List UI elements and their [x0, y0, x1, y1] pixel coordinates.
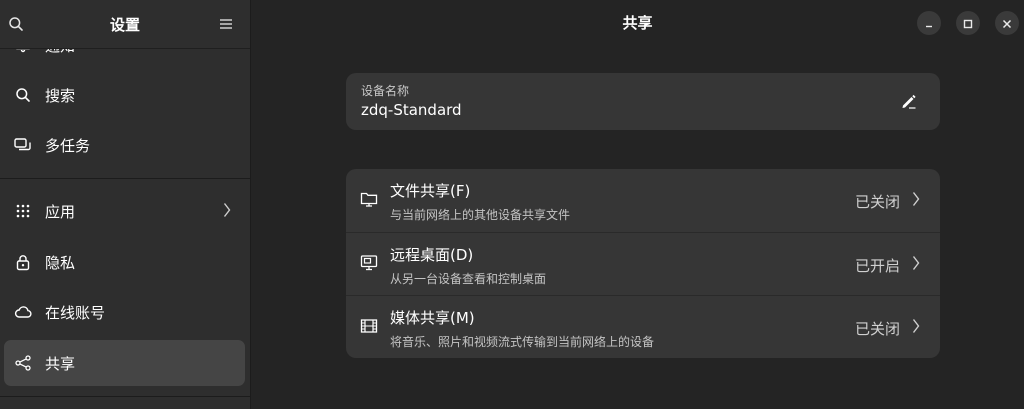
lock-icon — [13, 252, 33, 272]
maximize-button[interactable] — [956, 11, 980, 35]
file-sharing-subtitle: 与当前网络上的其他设备共享文件 — [390, 208, 571, 222]
sidebar-item-label: 多任务 — [45, 136, 91, 155]
sidebar-title: 设置 — [109, 15, 140, 34]
sidebar-item-privacy[interactable]: 隐私 — [4, 239, 245, 285]
sidebar-item-label: 应用 — [45, 202, 76, 221]
remote-desktop-status: 已开启 — [854, 257, 900, 275]
remote-desktop-icon — [360, 254, 380, 274]
apps-grid-icon — [13, 201, 33, 221]
sidebar-header: 设置 — [0, 0, 250, 49]
settings-window: 通知 搜索 多任务 — [0, 0, 1024, 409]
sidebar-item-label: 共享 — [45, 354, 76, 373]
chevron-right-icon — [912, 255, 922, 271]
page-title: 共享 — [622, 14, 653, 32]
close-button[interactable] — [995, 11, 1019, 35]
file-sharing-row[interactable]: 文件共享(F) 与当前网络上的其他设备共享文件 已关闭 — [346, 169, 940, 232]
sidebar-item-apps[interactable]: 应用 — [4, 188, 245, 234]
film-icon — [360, 317, 380, 337]
chevron-right-icon — [912, 191, 922, 207]
sidebar-item-label: 搜索 — [45, 86, 76, 105]
sidebar-separator — [0, 396, 250, 397]
device-name-value[interactable]: zdq-Standard — [361, 101, 462, 119]
multitasking-icon — [13, 135, 33, 155]
sidebar-item-label: 在线账号 — [45, 303, 106, 322]
file-sharing-title: 文件共享(F) — [390, 182, 471, 200]
sidebar-item-search[interactable]: 搜索 — [4, 72, 245, 118]
search-icon[interactable] — [2, 10, 30, 38]
share-icon — [13, 353, 33, 373]
sidebar: 通知 搜索 多任务 — [0, 0, 251, 409]
sidebar-separator — [0, 178, 250, 179]
remote-desktop-subtitle: 从另一台设备查看和控制桌面 — [390, 272, 547, 286]
chevron-right-icon — [912, 318, 922, 334]
media-sharing-row[interactable]: 媒体共享(M) 将音乐、照片和视频流式传输到当前网络上的设备 已关闭 — [346, 295, 940, 358]
device-name-label: 设备名称 — [361, 84, 410, 98]
sidebar-item-multitasking[interactable]: 多任务 — [4, 122, 245, 168]
media-sharing-status: 已关闭 — [854, 320, 900, 338]
device-name-field[interactable]: 设备名称 zdq-Standard — [346, 73, 940, 130]
main-panel: 共享 设备名称 zdq-Standard 文件共享(F) 与当前网络上的其他设备… — [251, 0, 1024, 409]
hamburger-menu-icon[interactable] — [212, 10, 240, 38]
minimize-icon — [924, 14, 934, 33]
media-sharing-title: 媒体共享(M) — [390, 309, 475, 327]
cloud-icon — [13, 302, 33, 322]
sidebar-item-label: 隐私 — [45, 253, 76, 272]
minimize-button[interactable] — [917, 11, 941, 35]
sidebar-item-sharing[interactable]: 共享 — [4, 340, 245, 386]
search-icon — [13, 85, 33, 105]
chevron-right-icon — [223, 202, 231, 222]
close-icon — [1002, 14, 1012, 33]
file-sharing-status: 已关闭 — [854, 193, 900, 211]
media-sharing-subtitle: 将音乐、照片和视频流式传输到当前网络上的设备 — [390, 335, 655, 349]
remote-desktop-row[interactable]: 远程桌面(D) 从另一台设备查看和控制桌面 已开启 — [346, 232, 940, 296]
edit-pencil-icon[interactable] — [900, 92, 920, 112]
remote-desktop-title: 远程桌面(D) — [390, 246, 474, 264]
sidebar-item-online-accounts[interactable]: 在线账号 — [4, 289, 245, 335]
maximize-icon — [963, 14, 973, 33]
sharing-options-list: 文件共享(F) 与当前网络上的其他设备共享文件 已关闭 远程桌面(D) 从另一台… — [346, 169, 940, 358]
folder-share-icon — [360, 190, 380, 210]
